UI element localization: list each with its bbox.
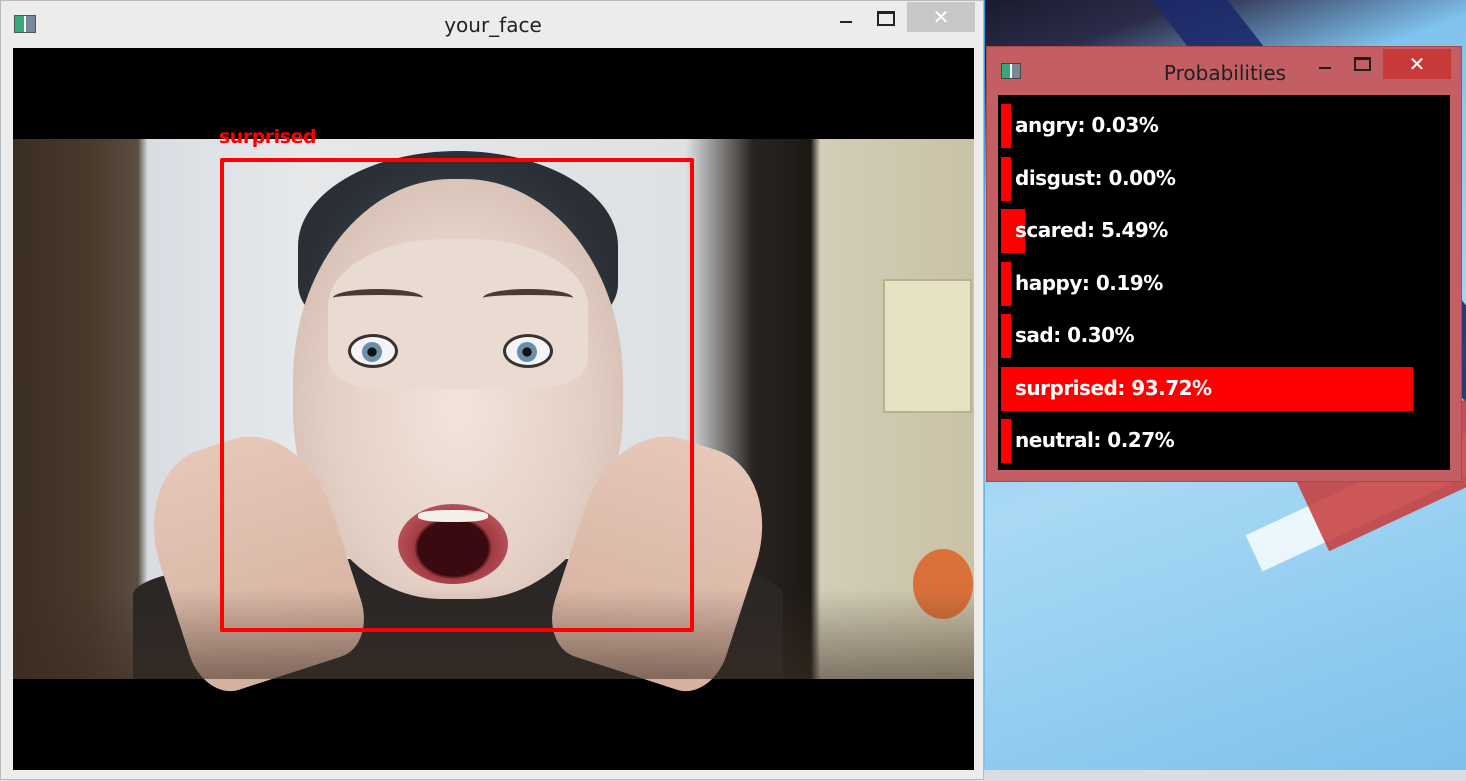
- probabilities-canvas: angry: 0.03% disgust: 0.00% scared: 5.49% h…: [998, 95, 1450, 470]
- probability-row: happy: 0.19%: [998, 256, 1450, 308]
- wall-switchboard: [883, 279, 972, 413]
- title-bar[interactable]: your_face ✕: [1, 1, 983, 48]
- your-face-window: your_face ✕ surprised: [0, 0, 984, 780]
- probability-row: scared: 5.49%: [998, 203, 1450, 255]
- probability-label: neutral: 0.27%: [1015, 428, 1175, 452]
- maximize-button[interactable]: [871, 3, 901, 33]
- maximize-button[interactable]: [1349, 49, 1375, 79]
- probability-label: happy: 0.19%: [1015, 270, 1163, 295]
- close-icon: ✕: [932, 5, 950, 29]
- detected-emotion-label: surprised: [219, 126, 317, 148]
- probability-row: surprised: 93.72%: [998, 361, 1450, 413]
- webcam-video-frame: surprised: [13, 48, 974, 770]
- probability-label: sad: 0.30%: [1015, 323, 1135, 347]
- close-button[interactable]: ✕: [907, 2, 975, 32]
- probability-label: surprised: 93.72%: [1015, 375, 1212, 400]
- probability-bar: [1001, 314, 1011, 358]
- probability-label: disgust: 0.00%: [1015, 165, 1176, 190]
- probability-row: disgust: 0.00%: [998, 151, 1450, 203]
- probability-bar: [1001, 261, 1011, 306]
- maximize-icon: [877, 11, 895, 26]
- minimize-button[interactable]: [831, 3, 861, 33]
- probabilities-window: Probabilities ✕ angry: 0.03% disgust: 0.0…: [986, 46, 1462, 482]
- minimize-icon: [1319, 67, 1331, 69]
- maximize-icon: [1353, 57, 1371, 71]
- probability-label: angry: 0.03%: [1015, 113, 1159, 137]
- probability-row: sad: 0.30%: [998, 308, 1450, 360]
- face-bounding-box: [220, 158, 694, 632]
- probability-label: scared: 5.49%: [1015, 218, 1168, 242]
- probability-row: angry: 0.03%: [998, 98, 1450, 150]
- probability-bar: [1001, 156, 1011, 201]
- close-icon: ✕: [1408, 52, 1426, 76]
- minimize-icon: [840, 21, 852, 23]
- probability-bar: [1001, 104, 1011, 148]
- probability-row: neutral: 0.27%: [998, 413, 1450, 465]
- minimize-button[interactable]: [1312, 49, 1338, 79]
- probability-bar: [1001, 419, 1011, 463]
- close-button[interactable]: ✕: [1383, 49, 1451, 79]
